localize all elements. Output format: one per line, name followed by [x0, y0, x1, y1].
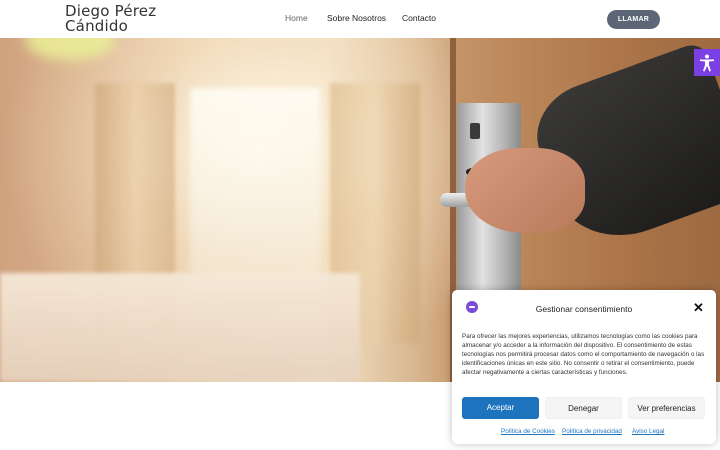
site-header: Diego Pérez Cándido Home Sobre Nosotros …: [0, 0, 720, 38]
accessibility-icon: [700, 54, 714, 71]
nav-home[interactable]: Home: [285, 13, 308, 23]
consent-dialog: Gestionar consentimiento ✕ Para ofrecer …: [452, 290, 716, 444]
hero-lock-slot: [470, 123, 480, 139]
cookie-policy-link[interactable]: Política de Cookies: [501, 428, 555, 435]
hero-bed: [0, 273, 360, 382]
close-icon[interactable]: ✕: [693, 301, 704, 314]
call-button[interactable]: LLAMAR: [607, 10, 660, 29]
legal-notice-link[interactable]: Aviso Legal: [632, 428, 664, 435]
preferences-button[interactable]: Ver preferencias: [628, 397, 705, 419]
deny-button[interactable]: Denegar: [545, 397, 622, 419]
nav-sobre-nosotros[interactable]: Sobre Nosotros: [327, 13, 386, 23]
consent-body: Para ofrecer las mejores experiencias, u…: [462, 333, 705, 376]
nav-contacto[interactable]: Contacto: [402, 13, 436, 23]
accessibility-button[interactable]: [694, 49, 720, 76]
privacy-policy-link[interactable]: Política de privacidad: [562, 428, 622, 435]
hero-hand: [465, 148, 585, 233]
site-brand[interactable]: Diego Pérez Cándido: [65, 4, 160, 34]
brand-text[interactable]: Diego Pérez Cándido: [65, 4, 160, 34]
consent-title: Gestionar consentimiento: [535, 304, 633, 314]
accept-button[interactable]: Aceptar: [462, 397, 539, 419]
